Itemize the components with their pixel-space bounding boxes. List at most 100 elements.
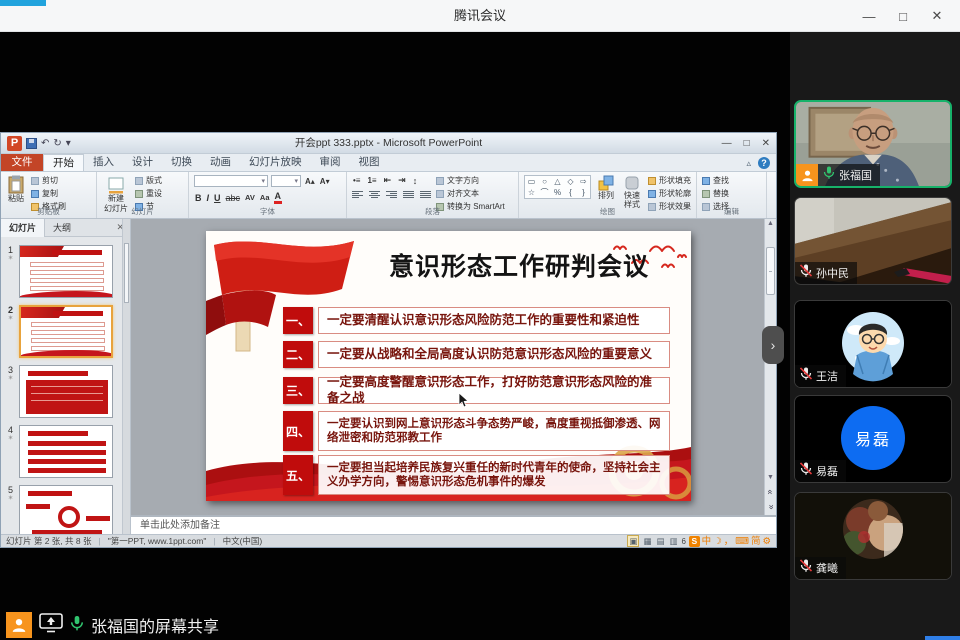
redo-icon[interactable]: ↻ bbox=[53, 138, 61, 149]
slide-thumbnail-3[interactable]: 3✶ bbox=[4, 365, 113, 418]
shrink-font-button[interactable]: A▾ bbox=[319, 177, 331, 186]
pane-scrollbar[interactable] bbox=[122, 219, 130, 534]
ime-logo-icon[interactable]: S bbox=[689, 536, 700, 547]
tab-animations[interactable]: 动画 bbox=[201, 154, 240, 171]
font-color-button[interactable]: A bbox=[274, 191, 283, 204]
participant-tile-zhangfuguo[interactable]: 张福国 bbox=[794, 100, 952, 188]
shape-rect-icon[interactable]: ▭ bbox=[525, 176, 538, 187]
language-indicator[interactable]: 中文(中国) bbox=[223, 535, 263, 547]
shape-percent-icon[interactable]: % bbox=[551, 187, 564, 198]
underline-button[interactable]: U bbox=[213, 193, 222, 203]
ppt-close-button[interactable]: ✕ bbox=[762, 138, 770, 149]
ime-punctuation-icon[interactable]: ， bbox=[724, 536, 734, 547]
sidebar-collapse-handle[interactable]: › bbox=[762, 326, 784, 364]
shape-fill-button[interactable]: 形状填充 bbox=[648, 175, 691, 186]
scrollbar-thumb[interactable] bbox=[766, 247, 775, 295]
text-direction-button[interactable]: 文字方向 bbox=[436, 175, 505, 186]
ppt-minimize-button[interactable]: — bbox=[722, 138, 732, 149]
ime-simplified-icon[interactable]: 简 bbox=[751, 536, 761, 547]
save-icon[interactable] bbox=[26, 138, 37, 149]
slide-thumbnail-1[interactable]: 1✶ bbox=[4, 245, 113, 298]
align-center-button[interactable] bbox=[369, 190, 380, 199]
decrease-indent-button[interactable]: ⇤ bbox=[383, 175, 393, 186]
notes-area[interactable]: 单击此处添加备注 bbox=[131, 515, 776, 534]
shape-outline-button[interactable]: 形状轮廓 bbox=[648, 188, 691, 199]
tab-transitions[interactable]: 切换 bbox=[162, 154, 201, 171]
columns-button[interactable] bbox=[420, 190, 431, 199]
line-spacing-button[interactable]: ↕ bbox=[412, 176, 419, 186]
align-text-button[interactable]: 对齐文本 bbox=[436, 188, 505, 199]
tab-slideshow[interactable]: 幻灯片放映 bbox=[240, 154, 311, 171]
shape-arc-icon[interactable]: ⌒ bbox=[538, 187, 551, 198]
undo-icon[interactable]: ↶ bbox=[41, 138, 49, 149]
editor-scrollbar[interactable]: ▲ ▼ « « bbox=[764, 219, 776, 515]
shapes-gallery[interactable]: ▭ ○ △ ◇ ⇨ ☆ ⌒ % { } bbox=[524, 175, 591, 199]
minimize-button[interactable]: — bbox=[852, 9, 886, 24]
slide-canvas[interactable]: 意识形态工作研判会议 一、 一定要清醒认识意识形态风险防范工作的重要性和紧迫性 … bbox=[206, 231, 691, 501]
find-button[interactable]: 查找 bbox=[702, 175, 729, 186]
italic-button[interactable]: I bbox=[206, 193, 211, 203]
slide-sorter-view-icon[interactable]: ▦ bbox=[642, 536, 652, 546]
participant-tile-gongxi[interactable]: 龚曦 bbox=[794, 492, 952, 580]
maximize-button[interactable]: □ bbox=[886, 9, 920, 24]
strikethrough-button[interactable]: abc bbox=[225, 193, 242, 203]
cut-button[interactable]: 剪切 bbox=[31, 175, 66, 186]
tab-file[interactable]: 文件 bbox=[1, 154, 43, 171]
slideshow-view-icon[interactable]: ▥ bbox=[669, 536, 679, 546]
tab-home[interactable]: 开始 bbox=[43, 154, 84, 171]
participant-tile-wangjie[interactable]: 王洁 bbox=[794, 300, 952, 388]
ppt-restore-button[interactable]: □ bbox=[744, 138, 750, 149]
pane-tab-outline[interactable]: 大纲 bbox=[45, 219, 79, 237]
shape-brace-left-icon[interactable]: { bbox=[564, 187, 577, 198]
font-name-combo[interactable]: ▾ bbox=[194, 175, 268, 187]
shape-diamond-icon[interactable]: ◇ bbox=[564, 176, 577, 187]
shape-arrow-icon[interactable]: ⇨ bbox=[577, 176, 590, 187]
tab-design[interactable]: 设计 bbox=[123, 154, 162, 171]
char-spacing-button[interactable]: AV bbox=[244, 193, 256, 202]
next-slide-icon[interactable]: « bbox=[766, 502, 776, 513]
ribbon-collapse-icon[interactable]: ▵ bbox=[746, 158, 751, 169]
grow-font-button[interactable]: A▴ bbox=[304, 177, 316, 186]
tab-view[interactable]: 视图 bbox=[350, 154, 389, 171]
shape-star-icon[interactable]: ☆ bbox=[525, 187, 538, 198]
reading-view-icon[interactable]: ▤ bbox=[655, 536, 665, 546]
previous-slide-icon[interactable]: « bbox=[766, 487, 776, 498]
normal-view-icon[interactable]: ▣ bbox=[627, 535, 639, 547]
replace-button[interactable]: 替换 bbox=[702, 188, 729, 199]
slide-thumbnail-5[interactable]: 5✶ bbox=[4, 485, 113, 534]
bullets-button[interactable]: •≡ bbox=[352, 176, 361, 185]
ime-keyboard-icon[interactable]: ⌨ bbox=[735, 536, 749, 547]
arrange-button[interactable]: 排列 bbox=[596, 175, 616, 201]
quick-styles-button[interactable]: 快速样式 bbox=[621, 175, 643, 210]
participant-tile-yilei[interactable]: 易磊 易磊 bbox=[794, 395, 952, 483]
numbering-button[interactable]: 1≡ bbox=[366, 176, 377, 185]
change-case-button[interactable]: Aa bbox=[259, 193, 271, 202]
justify-button[interactable] bbox=[403, 190, 414, 199]
scroll-down-icon[interactable]: ▼ bbox=[765, 474, 776, 481]
align-left-button[interactable] bbox=[352, 190, 363, 199]
shape-brace-right-icon[interactable]: } bbox=[577, 187, 590, 198]
align-right-button[interactable] bbox=[386, 190, 397, 199]
close-button[interactable]: ✕ bbox=[920, 8, 954, 24]
layout-button[interactable]: 版式 bbox=[135, 175, 162, 186]
ime-fullwidth-icon[interactable]: ☽ bbox=[713, 536, 722, 547]
increase-indent-button[interactable]: ⇥ bbox=[397, 175, 407, 186]
shape-circle-icon[interactable]: ○ bbox=[538, 176, 551, 187]
pane-tab-slides[interactable]: 幻灯片 bbox=[1, 219, 45, 237]
slide-thumbnail-4[interactable]: 4✶ bbox=[4, 425, 113, 478]
scroll-up-icon[interactable]: ▲ bbox=[765, 220, 776, 227]
ime-settings-gear-icon[interactable]: ⚙ bbox=[762, 536, 771, 547]
copy-button[interactable]: 复制 bbox=[31, 188, 66, 199]
qat-more-icon[interactable]: ▾ bbox=[66, 138, 71, 149]
tab-review[interactable]: 审阅 bbox=[311, 154, 350, 171]
paste-button[interactable]: 粘贴 bbox=[6, 175, 26, 204]
tab-insert[interactable]: 插入 bbox=[84, 154, 123, 171]
shape-triangle-icon[interactable]: △ bbox=[551, 176, 564, 187]
bold-button[interactable]: B bbox=[194, 193, 203, 203]
font-size-combo[interactable]: ▾ bbox=[271, 175, 301, 187]
reset-button[interactable]: 重设 bbox=[135, 188, 162, 199]
help-icon[interactable]: ? bbox=[758, 157, 770, 169]
slide-thumbnail-2-selected[interactable]: 2✶ bbox=[4, 305, 113, 358]
participant-tile-sunzhongmin[interactable]: 孙中民 bbox=[794, 197, 952, 285]
ime-language-icon[interactable]: 中 bbox=[702, 536, 712, 547]
